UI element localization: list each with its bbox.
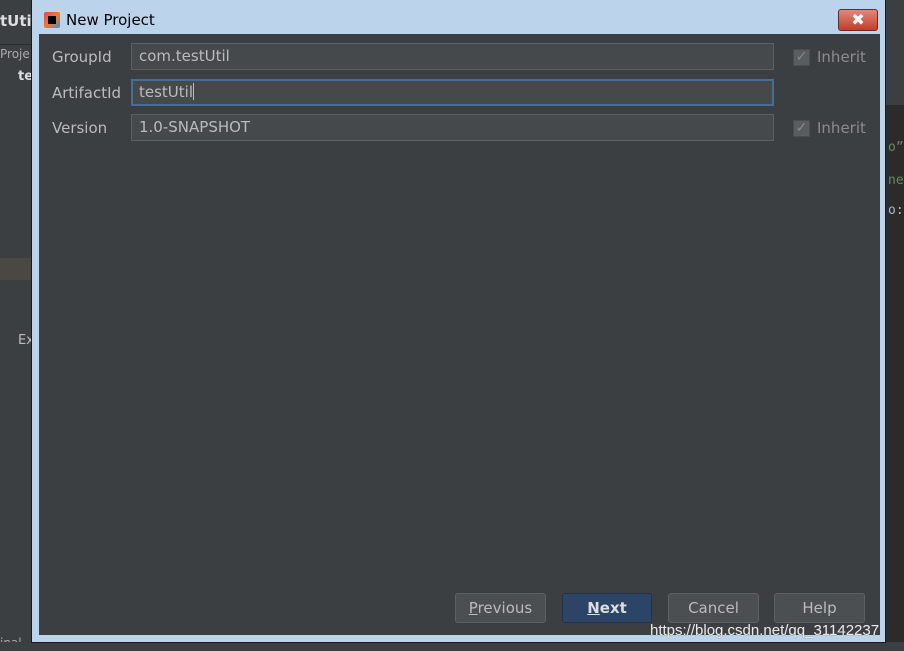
tree-selected-row[interactable] (0, 258, 31, 280)
ide-status-bar (0, 642, 904, 651)
new-project-dialog: New Project ✖ GroupId com.testUtil ✓ Inh… (31, 0, 886, 643)
version-input[interactable]: 1.0-SNAPSHOT (131, 114, 774, 141)
button-label: ext (599, 599, 627, 617)
help-button[interactable]: Help (774, 593, 865, 623)
artifactid-label: ArtifactId (52, 84, 122, 102)
ide-project-panel: tUtil Proje te Ex inal (0, 0, 37, 651)
groupid-inherit-label: Inherit (817, 48, 866, 66)
dialog-content: GroupId com.testUtil ✓ Inherit ArtifactI… (39, 34, 880, 635)
artifactid-value: testUtil (139, 83, 194, 101)
mnemonic: P (468, 599, 478, 617)
version-inherit-label: Inherit (817, 119, 866, 137)
artifactid-input[interactable]: testUtil (131, 79, 774, 106)
code-fragment: o: (888, 203, 904, 218)
version-label: Version (52, 119, 108, 137)
watermark: https://blog.csdn.net/qq_31142237 (650, 622, 880, 639)
groupid-label: GroupId (52, 48, 112, 66)
groupid-inherit-checkbox[interactable]: ✓ (793, 49, 810, 66)
button-label: revious (477, 599, 533, 617)
next-button[interactable]: Next (562, 593, 652, 623)
code-fragment: o” (888, 140, 904, 155)
project-tab-fragment[interactable]: Proje (0, 44, 31, 61)
dialog-title: New Project (66, 11, 155, 29)
code-fragment: ner (888, 173, 904, 188)
version-inherit-checkbox[interactable]: ✓ (793, 120, 810, 137)
close-button[interactable]: ✖ (838, 9, 878, 31)
intellij-logo-icon (44, 12, 60, 28)
mnemonic: N (587, 599, 600, 617)
dialog-titlebar[interactable]: New Project ✖ (32, 0, 885, 34)
previous-button[interactable]: Previous (455, 593, 546, 623)
cancel-button[interactable]: Cancel (668, 593, 759, 623)
text-caret (193, 83, 195, 100)
ide-editor-fragment: o” ner o: (886, 0, 904, 651)
groupid-input[interactable]: com.testUtil (131, 43, 774, 70)
